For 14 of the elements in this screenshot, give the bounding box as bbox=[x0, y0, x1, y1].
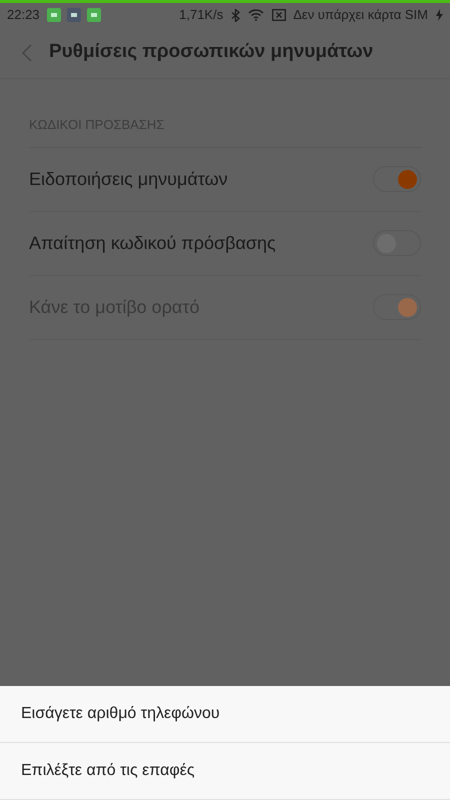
no-sim-icon bbox=[272, 9, 286, 21]
setting-label: Ειδοποιήσεις μηνυμάτων bbox=[29, 168, 228, 191]
setting-label: Απαίτηση κωδικού πρόσβασης bbox=[29, 232, 276, 255]
charging-icon bbox=[436, 9, 443, 21]
back-icon[interactable] bbox=[22, 44, 32, 62]
sim-status: Δεν υπάρχει κάρτα SIM bbox=[293, 6, 428, 24]
status-time: 22:23 bbox=[7, 6, 40, 24]
bluetooth-icon bbox=[231, 8, 240, 22]
sheet-option[interactable]: Εισάγετε αριθμό τηλεφώνου bbox=[0, 686, 450, 743]
wifi-icon bbox=[248, 9, 264, 21]
sheet-option[interactable]: Επιλέξτε από τις επαφές bbox=[0, 743, 450, 800]
page-title: Ρυθμίσεις προσωπικών μηνυμάτων bbox=[49, 40, 374, 64]
network-speed: 1,71K/s bbox=[179, 6, 224, 24]
toggle-switch[interactable] bbox=[373, 166, 421, 192]
